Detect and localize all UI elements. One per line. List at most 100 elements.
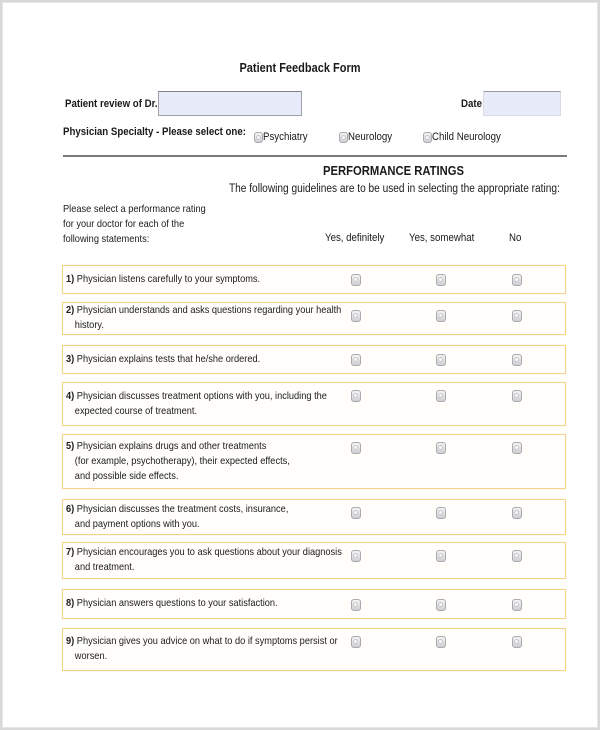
date-field[interactable] bbox=[483, 91, 561, 116]
radio-button-icon[interactable] bbox=[351, 636, 361, 648]
rating-radio-yes-definitely[interactable] bbox=[351, 389, 361, 402]
doctor-name-field[interactable] bbox=[158, 91, 302, 116]
rating-radio-yes-definitely[interactable] bbox=[351, 441, 361, 454]
question-line-text: Physician explains drugs and other treat… bbox=[76, 440, 267, 452]
rating-radio-yes-definitely[interactable] bbox=[351, 635, 361, 648]
instructions-line: for your doctor for each of the bbox=[63, 218, 185, 230]
question-number: 9) bbox=[66, 635, 75, 647]
rating-radio-no[interactable] bbox=[512, 273, 522, 286]
rating-radio-yes-somewhat[interactable] bbox=[436, 309, 446, 322]
radio-button-icon[interactable] bbox=[423, 131, 432, 143]
rating-radio-yes-somewhat[interactable] bbox=[436, 389, 446, 402]
rating-radio-yes-somewhat[interactable] bbox=[436, 598, 446, 611]
question-row: 1) Physician listens carefully to your s… bbox=[62, 265, 566, 294]
radio-button-icon[interactable] bbox=[351, 550, 361, 562]
radio-button-icon[interactable] bbox=[512, 442, 522, 454]
radio-button-icon[interactable] bbox=[436, 354, 446, 366]
radio-button-icon[interactable] bbox=[436, 442, 446, 454]
question-number: 1) bbox=[66, 273, 75, 285]
rating-radio-yes-somewhat[interactable] bbox=[436, 441, 446, 454]
radio-button-icon[interactable] bbox=[351, 390, 361, 402]
radio-button-icon[interactable] bbox=[339, 131, 348, 143]
question-line: 9) Physician gives you advice on what to… bbox=[66, 634, 338, 649]
question-line-text: expected course of treatment. bbox=[74, 405, 198, 417]
radio-button-icon[interactable] bbox=[436, 507, 446, 519]
radio-button-icon[interactable] bbox=[512, 354, 522, 366]
radio-button-icon[interactable] bbox=[436, 636, 446, 648]
rating-radio-yes-somewhat[interactable] bbox=[436, 353, 446, 366]
section-divider bbox=[63, 155, 567, 157]
document-page: Patient Feedback Form Patient review of … bbox=[2, 2, 598, 728]
radio-button-icon[interactable] bbox=[351, 507, 361, 519]
instructions-line: following statements: bbox=[63, 233, 150, 245]
radio-button-icon[interactable] bbox=[436, 599, 446, 611]
rating-radio-no[interactable] bbox=[512, 635, 522, 648]
radio-button-icon[interactable] bbox=[512, 274, 522, 286]
date-label: Date bbox=[461, 98, 482, 110]
radio-button-icon[interactable] bbox=[436, 274, 446, 286]
question-text: 1) Physician listens carefully to your s… bbox=[66, 272, 260, 287]
rating-radio-yes-somewhat[interactable] bbox=[436, 635, 446, 648]
question-line: 4) Physician discusses treatment options… bbox=[66, 389, 327, 404]
rating-radio-yes-somewhat[interactable] bbox=[436, 273, 446, 286]
radio-button-icon[interactable] bbox=[436, 310, 446, 322]
column-header-yes-definitely: Yes, definitely bbox=[325, 232, 385, 244]
question-text: 9) Physician gives you advice on what to… bbox=[66, 634, 338, 664]
rating-radio-no[interactable] bbox=[512, 598, 522, 611]
rating-radio-no[interactable] bbox=[512, 353, 522, 366]
question-line-text: (for example, psychotherapy), their expe… bbox=[74, 455, 290, 467]
rating-radio-yes-definitely[interactable] bbox=[351, 598, 361, 611]
specialty-option-psychiatry[interactable]: Psychiatry bbox=[254, 131, 314, 143]
instructions-text: Please select a performance rating for y… bbox=[63, 202, 206, 247]
rating-radio-yes-definitely[interactable] bbox=[351, 273, 361, 286]
radio-button-icon[interactable] bbox=[512, 599, 522, 611]
question-number: 2) bbox=[66, 304, 75, 316]
question-row: 2) Physician understands and asks questi… bbox=[62, 302, 566, 335]
radio-button-icon[interactable] bbox=[512, 636, 522, 648]
rating-radio-yes-somewhat[interactable] bbox=[436, 506, 446, 519]
radio-button-icon[interactable] bbox=[351, 442, 361, 454]
question-line-text: Physician discusses treatment options wi… bbox=[76, 390, 327, 402]
rating-radio-no[interactable] bbox=[512, 441, 522, 454]
radio-button-icon[interactable] bbox=[512, 390, 522, 402]
rating-radio-yes-definitely[interactable] bbox=[351, 506, 361, 519]
radio-button-icon[interactable] bbox=[512, 310, 522, 322]
question-line: 7) Physician encourages you to ask quest… bbox=[66, 545, 342, 560]
rating-radio-yes-definitely[interactable] bbox=[351, 353, 361, 366]
rating-radio-no[interactable] bbox=[512, 506, 522, 519]
radio-button-icon[interactable] bbox=[512, 507, 522, 519]
rating-radio-yes-definitely[interactable] bbox=[351, 309, 361, 322]
question-number: 5) bbox=[66, 440, 75, 452]
radio-button-icon[interactable] bbox=[436, 550, 446, 562]
instructions-line: Please select a performance rating bbox=[63, 203, 206, 215]
specialty-option-neurology[interactable]: Neurology bbox=[339, 131, 398, 143]
radio-button-icon[interactable] bbox=[436, 390, 446, 402]
doctor-label: Patient review of Dr. bbox=[65, 98, 158, 110]
rating-radio-no[interactable] bbox=[512, 549, 522, 562]
radio-button-icon[interactable] bbox=[254, 131, 263, 143]
question-line: 6) Physician discusses the treatment cos… bbox=[66, 502, 288, 517]
rating-radio-yes-somewhat[interactable] bbox=[436, 549, 446, 562]
rating-radio-no[interactable] bbox=[512, 309, 522, 322]
question-line-text: Physician answers questions to your sati… bbox=[76, 597, 278, 609]
question-text: 4) Physician discusses treatment options… bbox=[66, 389, 327, 419]
question-line: 8) Physician answers questions to your s… bbox=[66, 596, 278, 611]
question-row: 4) Physician discusses treatment options… bbox=[62, 382, 566, 426]
question-text: 2) Physician understands and asks questi… bbox=[66, 303, 341, 333]
question-row: 9) Physician gives you advice on what to… bbox=[62, 628, 566, 671]
date-input[interactable] bbox=[484, 92, 560, 115]
question-number: 8) bbox=[66, 597, 75, 609]
radio-button-icon[interactable] bbox=[351, 599, 361, 611]
question-text: 6) Physician discusses the treatment cos… bbox=[66, 502, 288, 532]
rating-radio-yes-definitely[interactable] bbox=[351, 549, 361, 562]
column-header-no: No bbox=[509, 232, 522, 244]
radio-button-icon[interactable] bbox=[351, 274, 361, 286]
rating-radio-no[interactable] bbox=[512, 389, 522, 402]
radio-button-icon[interactable] bbox=[512, 550, 522, 562]
radio-button-icon[interactable] bbox=[351, 354, 361, 366]
question-text: 3) Physician explains tests that he/she … bbox=[66, 352, 260, 367]
doctor-name-input[interactable] bbox=[159, 92, 301, 115]
question-line-text: and payment options with you. bbox=[74, 518, 200, 530]
specialty-option-child-neurology[interactable]: Child Neurology bbox=[423, 131, 510, 143]
radio-button-icon[interactable] bbox=[351, 310, 361, 322]
